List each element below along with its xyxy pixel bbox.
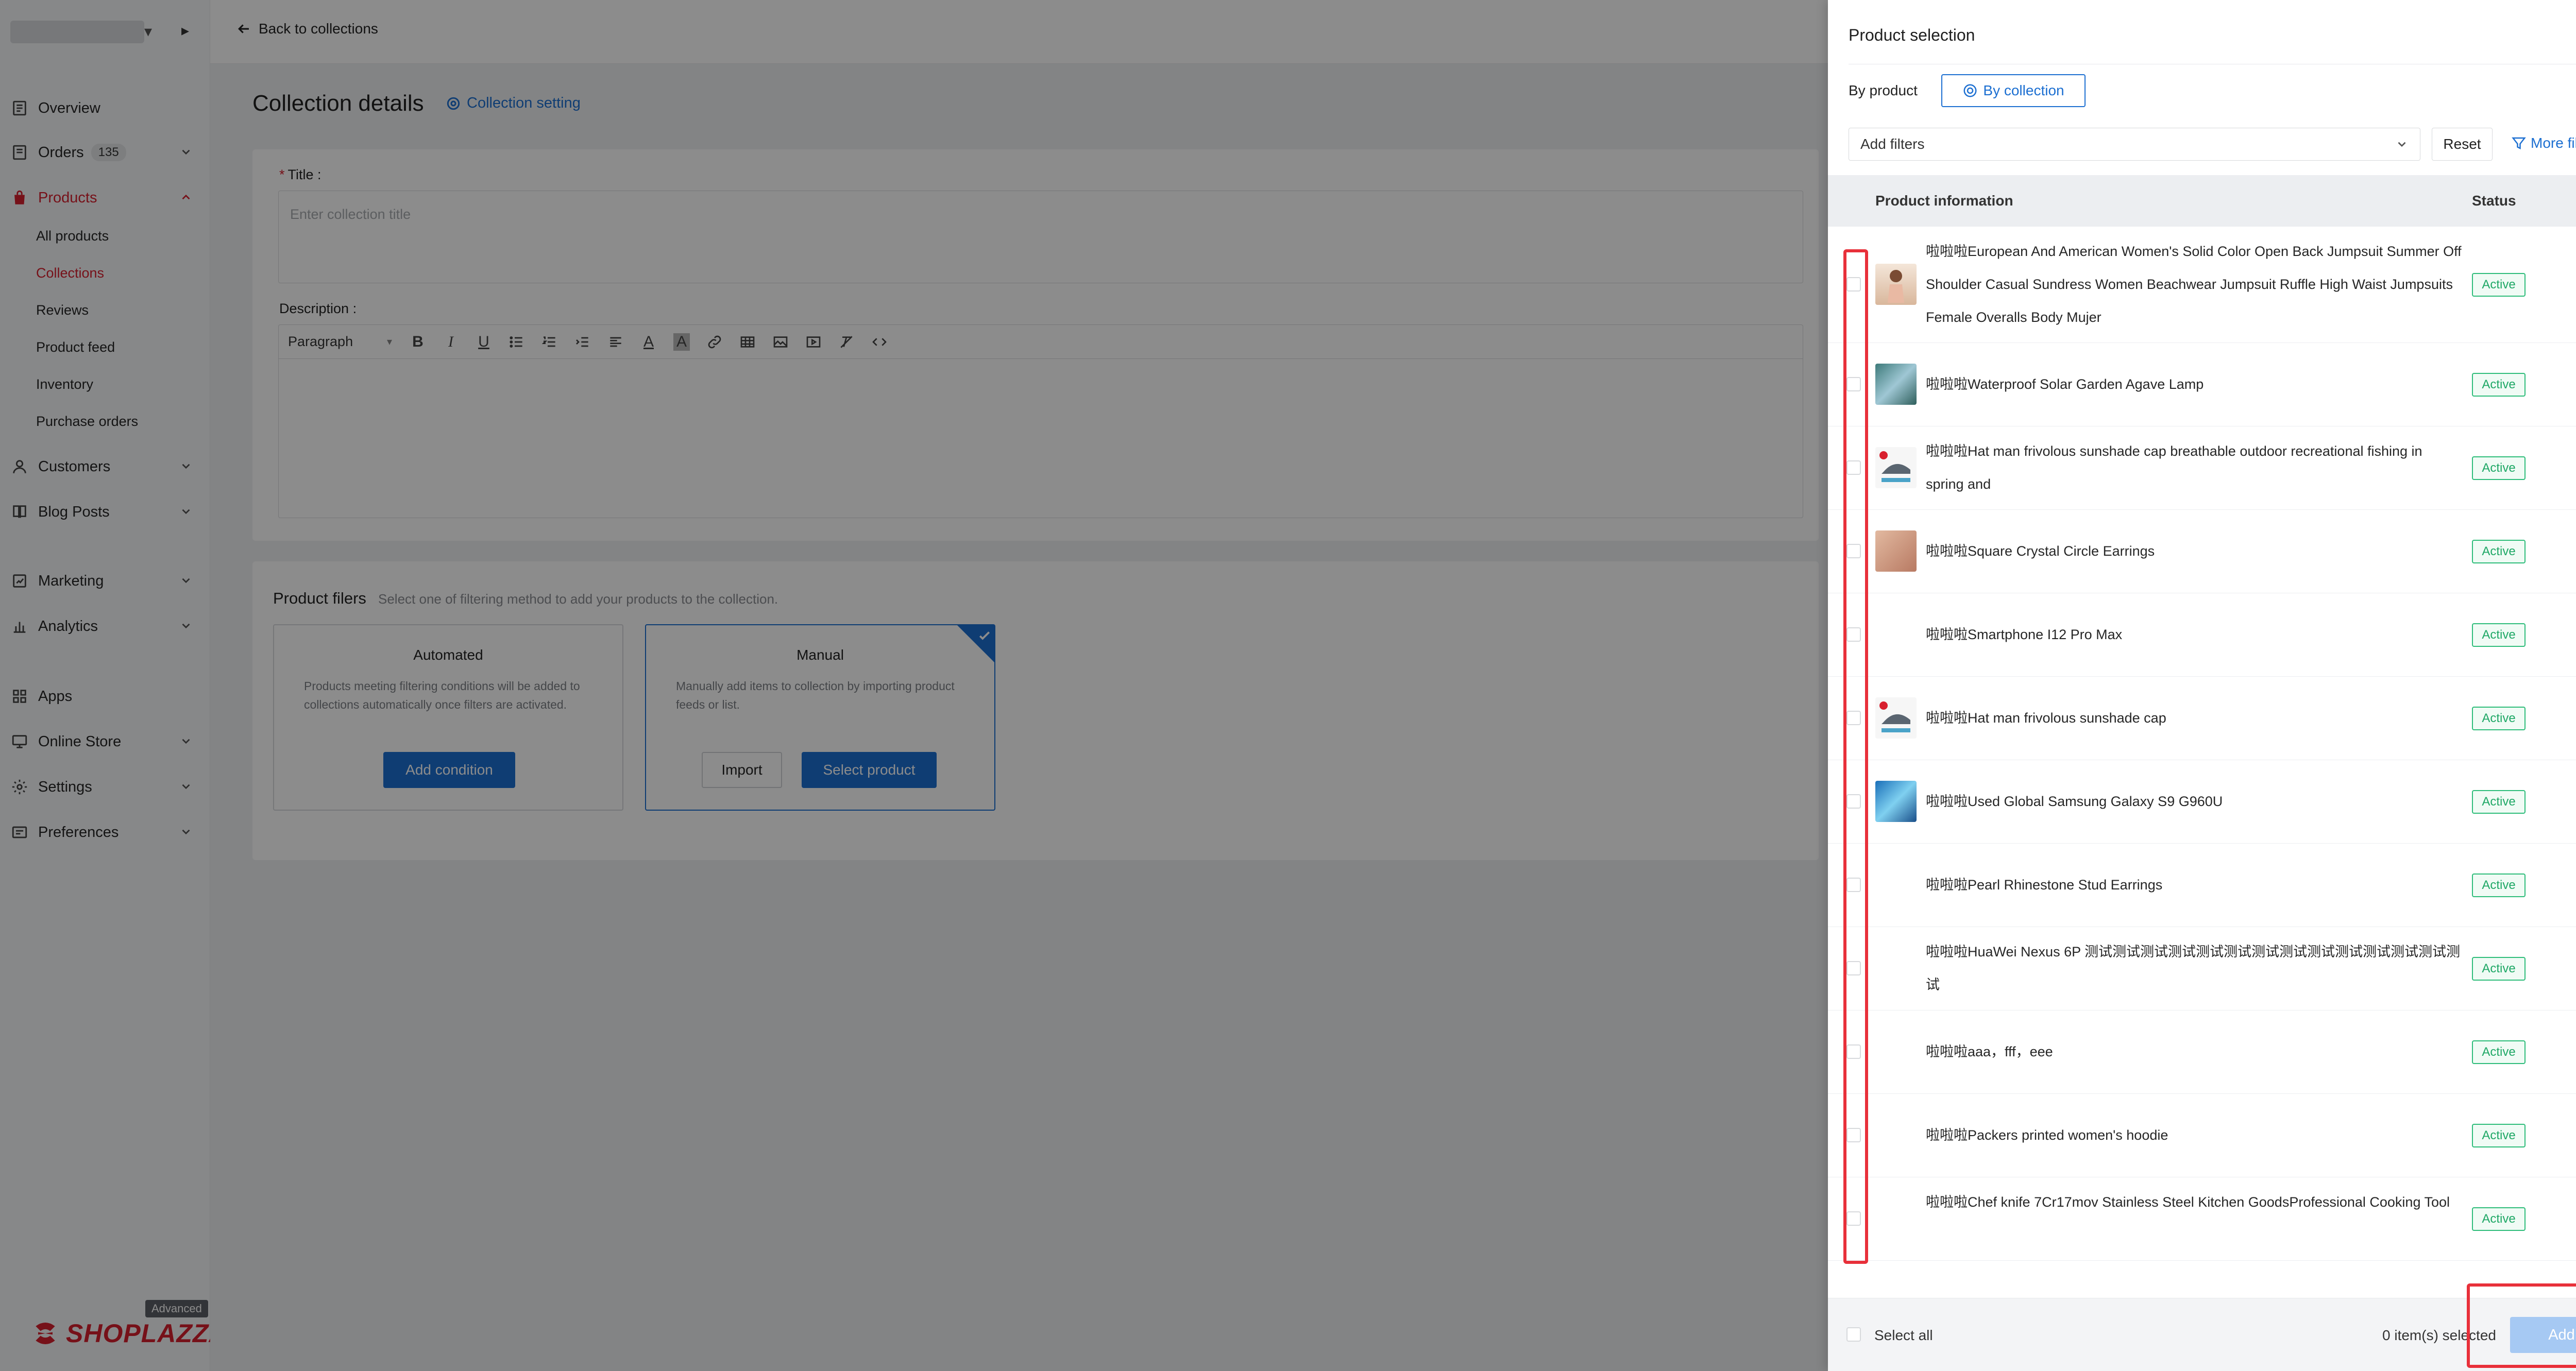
product-name: 啦啦啦aaa，fff，eee xyxy=(1926,1044,2053,1059)
product-image-woman xyxy=(1888,270,1904,303)
table-row[interactable]: 啦啦啦European And American Women's Solid C… xyxy=(1828,227,2576,343)
status-badge: Active xyxy=(2472,1124,2526,1147)
product-name: 啦啦啦Hat man frivolous sunshade cap xyxy=(1926,710,2166,726)
product-name: 啦啦啦Chef knife 7Cr17mov Stainless Steel K… xyxy=(1926,1194,2450,1210)
add-filters-select[interactable]: Add filters xyxy=(1849,128,2420,161)
add-filters-placeholder: Add filters xyxy=(1860,136,1925,152)
table-row[interactable]: 啦啦啦Square Crystal Circle Earrings Active xyxy=(1828,510,2576,593)
status-badge: Active xyxy=(2472,273,2526,297)
drawer-footer: Select all 0 item(s) selected Add xyxy=(1828,1298,2576,1371)
status-badge: Active xyxy=(2472,1040,2526,1064)
product-thumbnail xyxy=(1875,781,1917,822)
product-name: 啦啦啦Square Crystal Circle Earrings xyxy=(1926,543,2155,559)
product-name: 啦啦啦Smartphone I12 Pro Max xyxy=(1926,627,2123,642)
table-row[interactable]: 啦啦啦Used Global Samsung Galaxy S9 G960U A… xyxy=(1828,760,2576,844)
product-thumbnail xyxy=(1875,530,1917,572)
status-badge: Active xyxy=(2472,957,2526,981)
annotation-highlight-checkboxes xyxy=(1843,249,1868,1264)
status-badge: Active xyxy=(2472,707,2526,730)
product-thumbnail xyxy=(1875,364,1917,405)
status-badge: Active xyxy=(2472,373,2526,397)
table-header: Product information Status xyxy=(1828,175,2576,227)
product-name: 啦啦啦Pearl Rhinestone Stud Earrings xyxy=(1926,877,2163,893)
select-all-checkbox[interactable] xyxy=(1846,1327,1861,1342)
annotation-highlight-add xyxy=(2467,1283,2576,1368)
status-badge: Active xyxy=(2472,1207,2526,1231)
drawer-title: Product selection xyxy=(1849,26,1975,44)
product-name: 啦啦啦Waterproof Solar Garden Agave Lamp xyxy=(1926,376,2204,392)
table-row[interactable]: 啦啦啦Pearl Rhinestone Stud Earrings Active xyxy=(1828,844,2576,927)
table-row[interactable]: 啦啦啦Packers printed women's hoodie Active xyxy=(1828,1094,2576,1177)
product-selection-drawer: Product selection By product By collecti… xyxy=(1828,0,2576,1371)
more-filters-label: More filters xyxy=(2531,135,2576,151)
table-row[interactable]: 啦啦啦Smartphone I12 Pro Max Active xyxy=(1828,593,2576,677)
status-badge: Active xyxy=(2472,456,2526,480)
table-row[interactable]: 啦啦啦Hat man frivolous sunshade cap breath… xyxy=(1828,426,2576,510)
status-badge: Active xyxy=(2472,790,2526,814)
status-badge: Active xyxy=(2472,540,2526,563)
product-name: 啦啦啦Packers printed women's hoodie xyxy=(1926,1127,2168,1143)
by-product-tab[interactable]: By product xyxy=(1849,82,1918,99)
chevron-down-icon xyxy=(2398,142,2406,147)
product-name: 啦啦啦Used Global Samsung Galaxy S9 G960U xyxy=(1926,794,2223,809)
product-name: 啦啦啦HuaWei Nexus 6P 测试测试测试测试测试测试测试测试测试测试测… xyxy=(1926,944,2461,992)
modal-overlay[interactable] xyxy=(0,0,1828,1371)
status-badge: Active xyxy=(2472,873,2526,897)
table-row[interactable]: 啦啦啦aaa，fff，eee Active xyxy=(1828,1010,2576,1094)
reset-button[interactable]: Reset xyxy=(2432,128,2493,161)
filter-funnel-icon xyxy=(2512,137,2526,150)
table-row[interactable]: 啦啦啦HuaWei Nexus 6P 测试测试测试测试测试测试测试测试测试测试测… xyxy=(1828,927,2576,1010)
product-thumbnail xyxy=(1875,447,1917,488)
column-product-information: Product information xyxy=(1875,193,2013,209)
product-thumbnail xyxy=(1875,264,1917,305)
product-image-cap xyxy=(1879,451,1910,482)
column-status: Status xyxy=(2472,193,2516,209)
by-collection-label: By collection xyxy=(1983,82,2064,98)
collection-icon xyxy=(1963,84,1977,97)
table-row[interactable]: 啦啦啦Hat man frivolous sunshade cap Active xyxy=(1828,677,2576,760)
product-image-cap xyxy=(1879,701,1910,732)
select-all-label[interactable]: Select all xyxy=(1874,1327,1933,1344)
table-row[interactable]: 啦啦啦Waterproof Solar Garden Agave Lamp Ac… xyxy=(1828,343,2576,426)
product-name: 啦啦啦European And American Women's Solid C… xyxy=(1926,244,2462,325)
table-row[interactable]: 啦啦啦Chef knife 7Cr17mov Stainless Steel K… xyxy=(1828,1177,2576,1261)
by-collection-button[interactable]: By collection xyxy=(1941,74,2086,107)
product-thumbnail xyxy=(1875,697,1917,739)
product-name: 啦啦啦Hat man frivolous sunshade cap breath… xyxy=(1926,443,2422,492)
status-badge: Active xyxy=(2472,623,2526,647)
more-filters-link[interactable]: More filters xyxy=(2511,135,2576,151)
